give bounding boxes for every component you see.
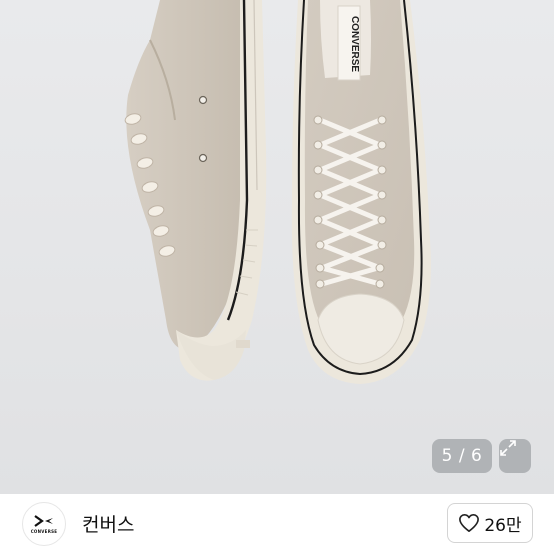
like-count: 26만	[484, 515, 522, 536]
product-image[interactable]: CONVERSE 5 / 6	[0, 0, 554, 494]
left-shoe	[124, 0, 267, 381]
sneaker-illustration: CONVERSE	[124, 0, 431, 384]
tongue-label: CONVERSE	[349, 16, 360, 72]
brand-name[interactable]: 컨버스	[82, 510, 134, 537]
brand-logo[interactable]: CONVERSE	[22, 502, 66, 546]
brand-bar: CONVERSE 컨버스 26만	[0, 494, 554, 554]
image-counter: 5 / 6	[432, 439, 492, 473]
brand-logo-text: CONVERSE	[30, 529, 58, 534]
expand-icon	[500, 440, 516, 456]
heart-icon	[459, 514, 480, 532]
like-button[interactable]: 26만	[447, 503, 533, 543]
expand-button[interactable]	[499, 439, 531, 473]
right-shoe: CONVERSE	[291, 0, 431, 384]
converse-chevron-icon	[34, 515, 53, 527]
